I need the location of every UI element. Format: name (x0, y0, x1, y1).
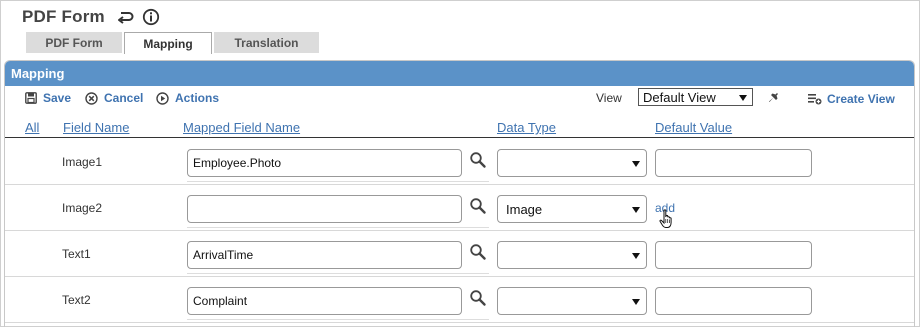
undo-icon[interactable] (115, 7, 135, 27)
mapping-panel: Mapping Save Cancel Actions View Default… (4, 60, 915, 327)
divider (187, 273, 489, 274)
field-name: Image2 (62, 201, 103, 215)
table-row: Text2 Complaint (5, 277, 914, 323)
mapped-field-input[interactable]: Complaint (187, 287, 462, 315)
cancel-icon (85, 91, 98, 105)
create-view-icon (808, 94, 822, 105)
column-field-name[interactable]: Field Name (63, 120, 129, 135)
cancel-button[interactable]: Cancel (85, 91, 143, 105)
save-label: Save (43, 91, 72, 105)
tab-mapping[interactable]: Mapping (124, 32, 212, 54)
divider (187, 181, 489, 182)
pin-icon[interactable] (767, 88, 783, 109)
column-mapped-field-name[interactable]: Mapped Field Name (183, 120, 300, 135)
column-all[interactable]: All (25, 120, 39, 135)
create-view-button[interactable]: Create View (808, 92, 895, 106)
view-label: View (596, 91, 622, 105)
search-icon[interactable] (469, 197, 487, 215)
chevron-down-icon (632, 253, 640, 259)
divider (187, 319, 489, 320)
panel-header: Mapping (5, 61, 914, 86)
default-value-input[interactable] (655, 287, 812, 315)
data-type-select[interactable] (497, 241, 647, 269)
chevron-down-icon (632, 299, 640, 305)
view-select[interactable]: Default View (638, 88, 753, 106)
data-type-select[interactable] (497, 149, 647, 177)
field-name: Image1 (62, 155, 103, 169)
default-value-input[interactable] (655, 241, 812, 269)
search-icon[interactable] (469, 289, 487, 307)
search-icon[interactable] (469, 243, 487, 261)
title-row: PDF Form (22, 5, 161, 29)
page-title: PDF Form (22, 7, 105, 26)
table-row: Image1 Employee.Photo (5, 139, 914, 185)
field-name: Text1 (62, 247, 91, 261)
info-icon[interactable] (141, 7, 161, 27)
data-type-value: Image (506, 201, 543, 217)
divider (187, 227, 489, 228)
cancel-label: Cancel (104, 91, 144, 105)
column-headers: All Field Name Mapped Field Name Data Ty… (5, 119, 914, 138)
chevron-down-icon (632, 161, 640, 167)
mapped-field-input[interactable]: Employee.Photo (187, 149, 462, 177)
create-view-label: Create View (827, 92, 895, 106)
view-select-value: Default View (643, 89, 716, 105)
chevron-down-icon (632, 207, 640, 213)
default-value-input[interactable] (655, 149, 812, 177)
mapped-field-input[interactable]: ArrivalTime (187, 241, 462, 269)
actions-button[interactable]: Actions (156, 91, 219, 105)
save-icon (25, 92, 37, 104)
data-type-select[interactable] (497, 287, 647, 315)
column-data-type[interactable]: Data Type (497, 120, 556, 135)
mapped-field-input[interactable] (187, 195, 462, 223)
actions-label: Actions (175, 91, 220, 105)
save-button[interactable]: Save (25, 91, 71, 105)
chevron-down-icon (739, 95, 747, 101)
play-icon (156, 91, 169, 105)
table-row: Text1 ArrivalTime (5, 231, 914, 277)
tab-bar: PDF Form Mapping Translation (26, 32, 319, 54)
data-type-select[interactable]: Image (497, 195, 647, 223)
tab-translation[interactable]: Translation (214, 32, 319, 53)
toolbar: Save Cancel Actions View Default View Cr… (5, 86, 914, 110)
tab-pdf-form[interactable]: PDF Form (26, 32, 122, 53)
table-row: Image2 Image add (5, 185, 914, 231)
mapping-rows: Image1 Employee.Photo Image2 Image add T… (5, 139, 914, 323)
search-icon[interactable] (469, 151, 487, 169)
column-default-value[interactable]: Default Value (655, 120, 732, 135)
field-name: Text2 (62, 293, 91, 307)
